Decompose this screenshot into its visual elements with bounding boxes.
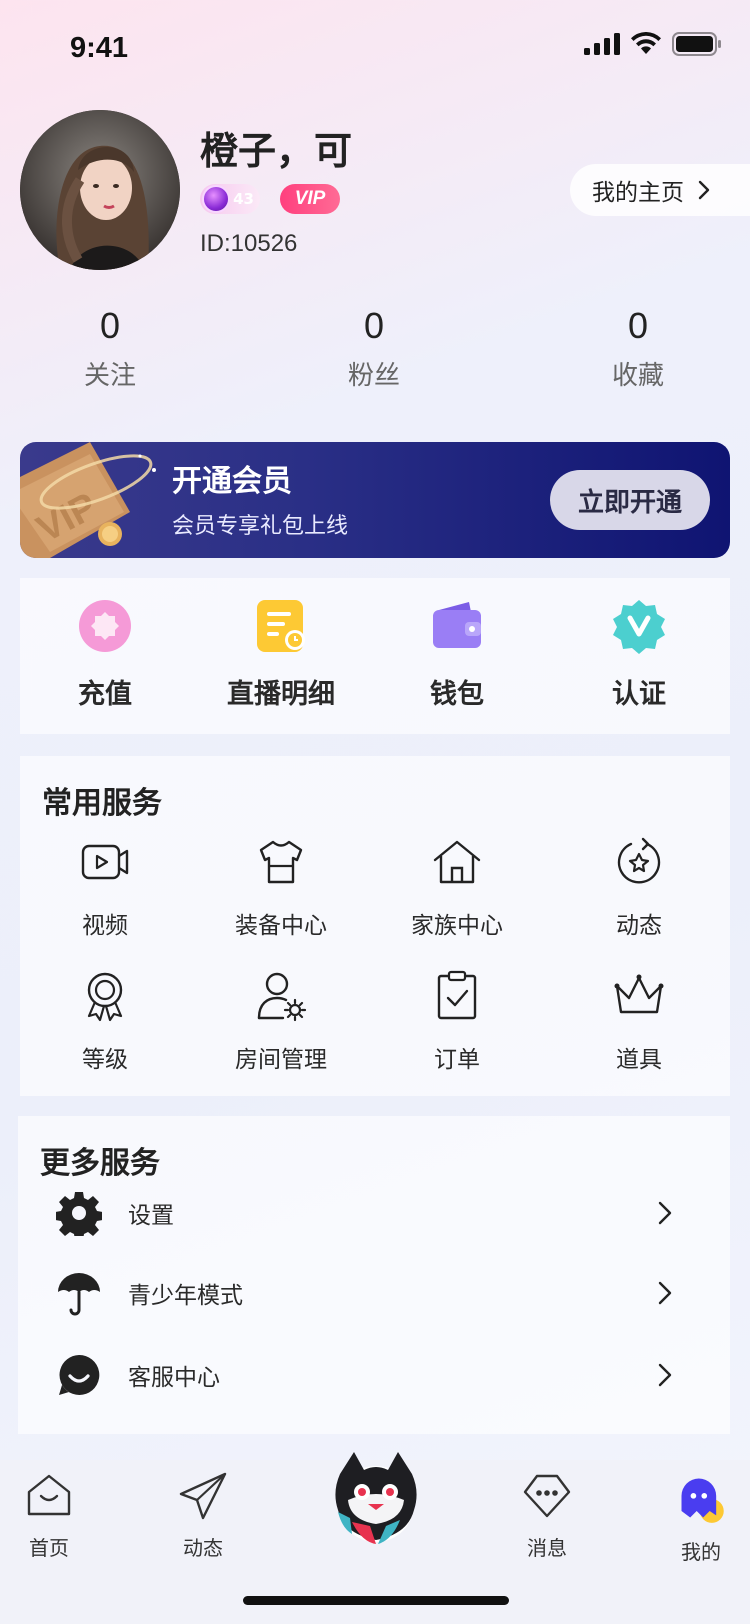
quick-verify[interactable]: 认证 xyxy=(554,598,724,711)
stat-fans[interactable]: 0 粉丝 xyxy=(304,305,444,392)
level-gem-icon xyxy=(202,185,230,213)
signal-icon xyxy=(584,33,620,55)
service-label: 房间管理 xyxy=(235,1047,327,1073)
user-id: ID:10526 xyxy=(200,230,298,257)
home-indicator xyxy=(243,1596,509,1605)
paper-plane-icon xyxy=(179,1472,227,1520)
chevron-right-icon xyxy=(698,180,710,200)
tab-mine[interactable]: 我的 xyxy=(646,1472,750,1565)
level-number: 43 xyxy=(233,190,254,208)
service-label: 动态 xyxy=(616,913,662,939)
wallet-icon xyxy=(433,602,481,648)
more-item-customer-service[interactable]: 客服中心 xyxy=(18,1340,730,1410)
nickname: 橙子，可 xyxy=(200,129,353,173)
more-item-label: 客服中心 xyxy=(128,1365,220,1391)
clipboard-check-icon xyxy=(437,970,477,1020)
stat-value: 0 xyxy=(363,305,385,346)
stat-favorites[interactable]: 0 收藏 xyxy=(568,305,708,392)
service-label: 家族中心 xyxy=(411,913,503,939)
tab-messages[interactable]: 消息 xyxy=(492,1472,602,1561)
quick-actions-card: 充值 直播明细 钱包 认证 xyxy=(20,578,730,734)
quick-recharge[interactable]: 充值 xyxy=(20,598,190,711)
chevron-right-icon xyxy=(658,1281,672,1305)
stat-label: 关注 xyxy=(83,361,136,391)
smile-chat-icon xyxy=(59,1354,100,1395)
quick-live-detail[interactable]: 直播明细 xyxy=(196,598,366,711)
badges: 43 VIP xyxy=(200,184,340,214)
tab-label: 首页 xyxy=(29,1536,69,1560)
more-item-settings[interactable]: 设置 xyxy=(18,1178,730,1248)
stat-value: 0 xyxy=(627,305,649,346)
tab-moments[interactable]: 动态 xyxy=(148,1472,258,1561)
avatar[interactable] xyxy=(20,110,180,270)
service-label: 装备中心 xyxy=(235,913,327,939)
stat-following[interactable]: 0 关注 xyxy=(40,305,180,392)
live-detail-icon xyxy=(257,600,305,652)
service-orders[interactable]: 订单 xyxy=(372,970,542,1074)
quick-label: 认证 xyxy=(612,679,666,710)
common-services-card: 常用服务 视频 装备中心 家族中心 动态 等级 房间管理 订单 道具 xyxy=(20,756,730,1096)
stat-value: 0 xyxy=(99,305,121,346)
umbrella-icon xyxy=(58,1273,100,1316)
stat-label: 收藏 xyxy=(611,361,664,391)
message-icon xyxy=(523,1474,571,1518)
quick-label: 直播明细 xyxy=(227,679,335,710)
gear-icon xyxy=(56,1192,102,1236)
service-label: 道具 xyxy=(616,1047,662,1073)
house-icon xyxy=(433,840,481,884)
stat-label: 粉丝 xyxy=(347,361,400,391)
tab-center-mascot[interactable] xyxy=(330,1448,422,1548)
more-item-label: 青少年模式 xyxy=(128,1283,243,1309)
level-badge: 43 xyxy=(200,184,260,214)
mascot-icon xyxy=(335,1452,417,1544)
star-refresh-icon xyxy=(617,837,661,884)
tab-label: 动态 xyxy=(183,1536,223,1560)
quick-label: 钱包 xyxy=(430,679,484,710)
status-time: 9:41 xyxy=(70,32,129,64)
wifi-icon xyxy=(631,32,661,54)
service-label: 订单 xyxy=(434,1047,480,1073)
tab-home[interactable]: 首页 xyxy=(0,1472,104,1561)
open-vip-button[interactable]: 立即开通 xyxy=(550,470,710,530)
vip-ticket-illustration: VIP xyxy=(20,442,156,558)
chevron-right-icon xyxy=(658,1363,672,1387)
video-icon xyxy=(81,844,129,880)
home-icon xyxy=(27,1474,71,1516)
common-services-title: 常用服务 xyxy=(42,786,162,821)
profile-ghost-icon xyxy=(681,1478,724,1523)
status-bar: 9:41 xyxy=(0,0,750,100)
shirt-icon xyxy=(259,840,303,884)
more-services-title: 更多服务 xyxy=(40,1146,160,1181)
user-settings-icon xyxy=(257,972,307,1022)
more-item-label: 设置 xyxy=(128,1203,174,1229)
tab-label: 消息 xyxy=(527,1536,567,1560)
tab-label: 我的 xyxy=(681,1540,721,1564)
vip-banner[interactable]: VIP 开通会员 会员专享礼包上线 立即开通 xyxy=(20,442,730,558)
medal-icon xyxy=(87,972,123,1022)
more-services-card: 更多服务 设置 青少年模式 客服中心 xyxy=(18,1116,730,1434)
quick-wallet[interactable]: 钱包 xyxy=(372,598,542,711)
recharge-icon xyxy=(79,600,131,652)
service-video[interactable]: 视频 xyxy=(20,836,190,940)
battery-icon xyxy=(672,32,721,56)
crown-icon xyxy=(614,974,664,1014)
service-label: 等级 xyxy=(82,1047,128,1073)
service-props[interactable]: 道具 xyxy=(554,970,724,1074)
service-equipment[interactable]: 装备中心 xyxy=(196,836,366,940)
service-level[interactable]: 等级 xyxy=(20,970,190,1074)
status-icons xyxy=(584,32,722,56)
more-item-youth-mode[interactable]: 青少年模式 xyxy=(18,1258,730,1328)
service-room-manage[interactable]: 房间管理 xyxy=(196,970,366,1074)
verify-icon xyxy=(613,600,665,654)
quick-label: 充值 xyxy=(78,679,132,710)
vip-banner-subtitle: 会员专享礼包上线 xyxy=(172,514,349,539)
my-homepage-label: 我的主页 xyxy=(592,180,684,206)
vip-badge: VIP xyxy=(280,184,340,214)
my-homepage-button[interactable]: 我的主页 xyxy=(570,164,750,216)
vip-banner-title: 开通会员 xyxy=(172,464,292,499)
service-moments[interactable]: 动态 xyxy=(554,836,724,940)
service-family[interactable]: 家族中心 xyxy=(372,836,542,940)
chevron-right-icon xyxy=(658,1201,672,1225)
service-label: 视频 xyxy=(82,913,128,939)
